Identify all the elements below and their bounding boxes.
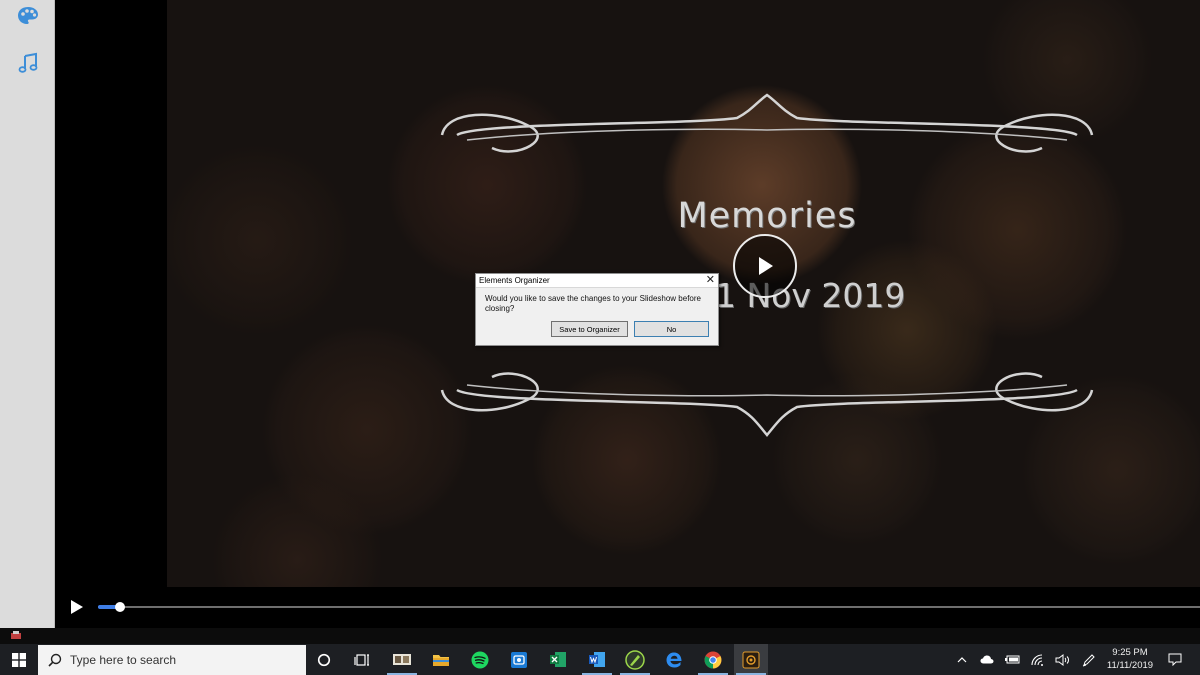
taskbar-excel[interactable] <box>541 644 575 675</box>
task-view-button[interactable] <box>345 644 379 675</box>
elements-organizer-icon <box>742 651 760 668</box>
taskbar-elements-organizer[interactable] <box>734 644 768 675</box>
taskbar-spotify[interactable] <box>463 644 497 675</box>
music-note-icon[interactable] <box>13 48 43 78</box>
cloud-icon <box>980 655 994 664</box>
app-status-icon <box>11 631 21 639</box>
task-view-icon <box>354 653 369 666</box>
photo-editor-icon <box>511 651 527 668</box>
seek-track[interactable] <box>98 606 1200 608</box>
search-icon <box>48 653 62 667</box>
windows-icon <box>12 652 26 667</box>
play-icon <box>759 257 773 275</box>
wifi-tray[interactable] <box>1029 644 1047 675</box>
show-hidden-icons-button[interactable] <box>954 644 970 675</box>
dialog-title: Elements Organizer <box>479 276 550 285</box>
no-button[interactable]: No <box>634 321 709 337</box>
wifi-icon <box>1031 653 1043 666</box>
pen-app-icon <box>625 649 645 670</box>
taskbar-photo-editor[interactable] <box>502 644 536 675</box>
clock-date: 11/11/2019 <box>1106 660 1154 671</box>
bottom-flourish <box>440 372 1094 437</box>
left-sidebar <box>0 0 55 628</box>
excel-icon <box>550 652 566 667</box>
search-placeholder: Type here to search <box>70 653 177 667</box>
play-button[interactable] <box>68 599 84 615</box>
close-icon[interactable]: ✕ <box>706 274 715 287</box>
action-center-button[interactable] <box>1164 644 1186 675</box>
slide-title: Memories <box>677 196 857 236</box>
save-changes-dialog: Elements Organizer ✕ Would you like to s… <box>475 273 719 346</box>
onedrive-tray[interactable] <box>978 644 996 675</box>
dialog-titlebar[interactable]: Elements Organizer ✕ <box>476 274 718 288</box>
pen-workspace-tray[interactable] <box>1080 644 1098 675</box>
battery-icon <box>1004 655 1019 664</box>
notification-icon <box>1168 653 1182 666</box>
taskbar-clock[interactable]: 9:25 PM 11/11/2019 <box>1102 646 1158 672</box>
cortana-button[interactable] <box>307 644 341 675</box>
photos-app-icon <box>393 653 411 665</box>
dialog-message: Would you like to save the changes to yo… <box>485 294 701 313</box>
taskbar-photos-app[interactable] <box>385 644 419 675</box>
taskbar-chrome[interactable] <box>696 644 730 675</box>
start-button[interactable] <box>0 644 38 675</box>
palette-icon[interactable] <box>13 1 43 31</box>
pen-icon <box>1082 653 1095 666</box>
speaker-icon <box>1055 653 1069 666</box>
screen: Memories 1 Nov 2019 Elements Organizer ✕… <box>0 0 1200 675</box>
taskbar-file-explorer[interactable] <box>424 644 458 675</box>
clock-time: 9:25 PM <box>1112 647 1148 658</box>
play-overlay-button[interactable] <box>733 234 797 298</box>
taskbar-pen-app[interactable] <box>618 644 652 675</box>
taskbar-word[interactable] <box>580 644 614 675</box>
taskbar-search-box[interactable]: Type here to search <box>38 645 306 675</box>
word-icon <box>589 652 605 667</box>
taskbar-edge[interactable] <box>657 644 691 675</box>
cortana-icon <box>317 653 331 666</box>
battery-tray[interactable] <box>1003 644 1021 675</box>
edge-icon <box>666 652 682 667</box>
status-strip <box>0 628 1200 644</box>
folder-icon <box>433 655 449 666</box>
chrome-icon <box>704 651 722 668</box>
spotify-icon <box>471 651 489 668</box>
save-to-organizer-button[interactable]: Save to Organizer <box>551 321 628 337</box>
seek-thumb[interactable] <box>115 602 125 612</box>
volume-tray[interactable] <box>1053 644 1071 675</box>
top-flourish <box>440 93 1094 153</box>
chevron-up-icon <box>957 656 967 662</box>
